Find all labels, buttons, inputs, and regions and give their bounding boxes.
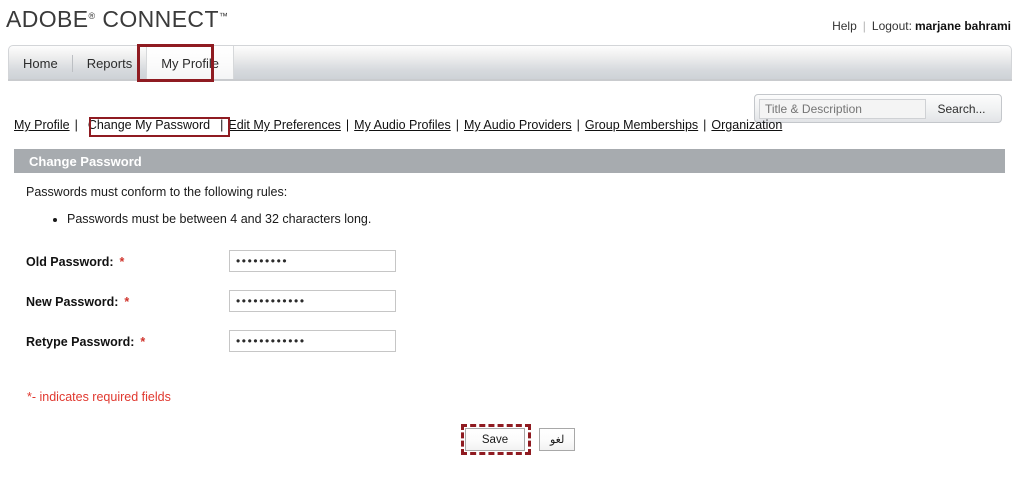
old-password-input[interactable]: [229, 250, 396, 272]
logo-adobe-text: ADOBE: [6, 6, 89, 32]
required-asterisk-icon: *: [119, 255, 125, 269]
required-asterisk-icon: *: [140, 335, 146, 349]
retype-password-label-text: Retype Password:: [26, 335, 135, 349]
tab-reports-label: Reports: [86, 56, 133, 71]
account-bar: Help | Logout: marjane bahrami: [832, 19, 1011, 33]
tab-my-profile[interactable]: My Profile: [146, 46, 235, 81]
current-user-name: marjane bahrami: [914, 19, 1011, 33]
registered-mark-icon: ®: [88, 11, 96, 21]
trademark-mark-icon: ™: [218, 11, 229, 21]
main-tab-strip: Home Reports My Profile Search...: [8, 45, 1012, 123]
top-bar: ADOBE® CONNECT™ Help | Logout: marjane bahr…: [0, 0, 1019, 44]
retype-password-label: Retype Password: *: [26, 330, 229, 349]
password-rules-list: Passwords must be between 4 and 32 chara…: [45, 210, 371, 228]
required-fields-note: *- indicates required fields: [27, 390, 171, 404]
tab-my-profile-label: My Profile: [161, 56, 220, 71]
retype-password-input[interactable]: [229, 330, 396, 352]
subnav-item-edit-my-preferences[interactable]: Edit My Preferences: [228, 118, 341, 132]
subnav-item-my-audio-profiles[interactable]: My Audio Profiles: [354, 118, 451, 132]
subnav-item-organization[interactable]: Organization: [711, 118, 782, 132]
form-button-row: Save لغو: [465, 428, 576, 451]
old-password-label-text: Old Password:: [26, 255, 114, 269]
subnav-separator: |: [455, 118, 459, 132]
section-header: Change Password: [14, 149, 1005, 173]
logo-connect-text: CONNECT: [102, 6, 219, 32]
search-bar: Search...: [754, 94, 1002, 123]
change-password-form: Old Password: * New Password: * Retype Pas…: [26, 250, 396, 370]
subnav-item-group-memberships[interactable]: Group Memberships: [585, 118, 698, 132]
search-input[interactable]: [759, 98, 926, 119]
subnav-separator: |: [703, 118, 707, 132]
main-tabs: Home Reports My Profile: [9, 46, 235, 81]
password-rule-item: Passwords must be between 4 and 32 chara…: [67, 210, 371, 228]
sub-navigation: My Profile | Change My Password | Edit My Pr…: [14, 118, 782, 132]
subnav-item-change-my-password[interactable]: Change My Password: [83, 116, 215, 134]
new-password-label-text: New Password:: [26, 295, 119, 309]
form-row-old-password: Old Password: *: [26, 250, 396, 290]
new-password-label: New Password: *: [26, 290, 229, 309]
subnav-separator: |: [576, 118, 580, 132]
subnav-separator: |: [345, 118, 350, 132]
logout-link[interactable]: Logout:: [872, 19, 912, 33]
tab-reports[interactable]: Reports: [73, 46, 147, 81]
tab-home[interactable]: Home: [9, 46, 72, 81]
new-password-input[interactable]: [229, 290, 396, 312]
subnav-separator: |: [220, 118, 224, 132]
password-rules-intro: Passwords must conform to the following …: [26, 185, 288, 199]
subnav-separator: |: [74, 118, 78, 132]
cancel-button[interactable]: لغو: [539, 428, 576, 451]
help-link[interactable]: Help: [832, 19, 857, 33]
section-title: Change Password: [29, 153, 142, 169]
save-button[interactable]: Save: [465, 428, 525, 451]
tab-home-label: Home: [23, 56, 58, 71]
adobe-connect-logo: ADOBE® CONNECT™: [6, 6, 228, 33]
subnav-item-my-profile[interactable]: My Profile: [14, 118, 70, 132]
form-row-retype-password: Retype Password: *: [26, 330, 396, 370]
search-button[interactable]: Search...: [926, 102, 997, 116]
form-row-new-password: New Password: *: [26, 290, 396, 330]
tab-strip-underline: [8, 79, 1012, 81]
account-separator: |: [862, 19, 866, 33]
subnav-item-my-audio-providers[interactable]: My Audio Providers: [464, 118, 572, 132]
required-asterisk-icon: *: [124, 295, 130, 309]
old-password-label: Old Password: *: [26, 250, 229, 269]
